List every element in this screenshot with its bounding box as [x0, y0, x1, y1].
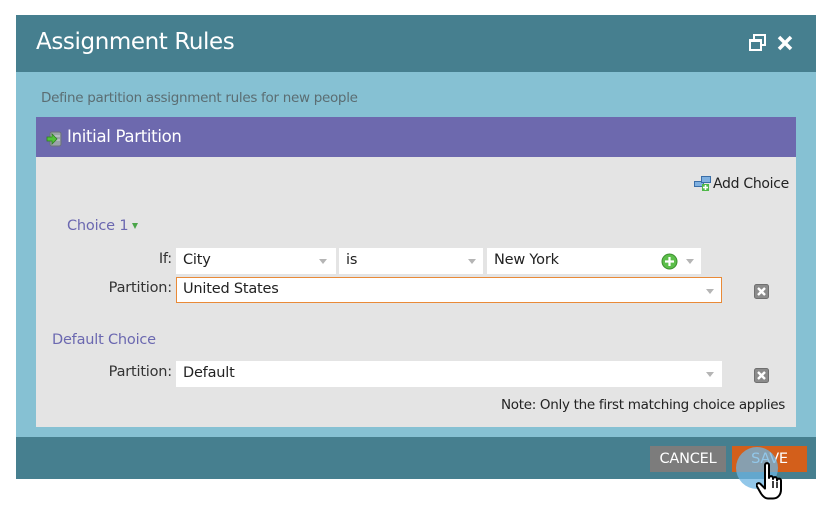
chevron-down-icon	[706, 289, 714, 294]
field-select-value: City	[183, 252, 211, 268]
panel-header: Initial Partition	[36, 117, 796, 157]
dialog-footer: CANCEL SAVE	[16, 437, 816, 479]
value-select[interactable]: New York	[487, 248, 701, 274]
value-select-value: New York	[494, 252, 559, 268]
partition-icon	[46, 131, 62, 147]
close-icon	[777, 35, 793, 51]
add-choice-button[interactable]: Add Choice	[694, 174, 789, 194]
add-value-icon[interactable]	[661, 253, 678, 270]
default-partition-label: Partition:	[108, 364, 173, 380]
choice-1-partition-value: United States	[183, 281, 279, 297]
operator-select-value: is	[346, 252, 358, 268]
restore-window-button[interactable]	[748, 33, 768, 53]
choice-1-partition-select[interactable]: United States	[176, 277, 722, 303]
note-text: Note: Only the first matching choice app…	[500, 397, 785, 413]
save-button[interactable]: SAVE	[732, 446, 807, 472]
restore-window-icon	[749, 34, 766, 51]
default-choice-label: Default Choice	[52, 332, 156, 348]
add-choice-label: Add Choice	[713, 176, 789, 192]
chevron-down-icon	[686, 259, 694, 264]
choice-1-toggle[interactable]: Choice 1	[67, 218, 139, 234]
panel-title: Initial Partition	[67, 127, 182, 146]
chevron-down-icon	[706, 372, 714, 377]
operator-select[interactable]: is	[339, 248, 483, 274]
default-partition-value: Default	[183, 365, 235, 381]
partition-label: Partition:	[108, 280, 173, 296]
choice-1-label: Choice 1	[67, 218, 129, 234]
remove-default-choice-icon[interactable]	[754, 368, 769, 383]
cancel-button[interactable]: CANCEL	[650, 446, 726, 472]
close-button[interactable]	[775, 33, 795, 53]
chevron-down-icon	[468, 259, 476, 264]
add-choice-icon	[694, 176, 711, 191]
dialog-description: Define partition assignment rules for ne…	[41, 90, 358, 106]
expand-triangle-icon	[132, 223, 139, 229]
assignment-rules-dialog: Assignment Rules Define partition assign…	[16, 15, 816, 479]
chevron-down-icon	[319, 259, 327, 264]
dialog-titlebar: Assignment Rules	[16, 15, 816, 72]
remove-choice-1-icon[interactable]	[754, 284, 769, 299]
field-select[interactable]: City	[176, 248, 336, 274]
dialog-title: Assignment Rules	[36, 29, 235, 55]
initial-partition-panel: Initial Partition Add Choice Choice 1 If…	[36, 117, 796, 427]
default-partition-select[interactable]: Default	[176, 361, 722, 387]
if-label: If:	[158, 251, 172, 267]
